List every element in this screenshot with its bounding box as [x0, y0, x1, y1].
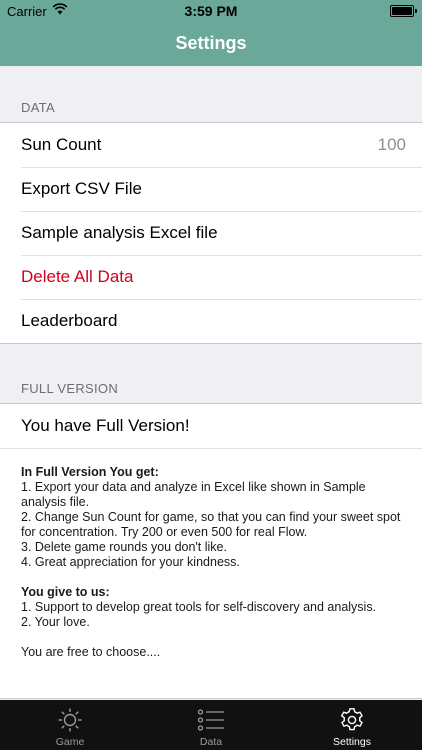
clock: 3:59 PM: [184, 3, 238, 19]
navigation-bar: Carrier 3:59 PM Settings: [0, 0, 422, 66]
export-csv-row[interactable]: Export CSV File: [0, 167, 422, 211]
sun-icon: [57, 707, 83, 736]
page-title: Settings: [175, 33, 247, 53]
tab-data[interactable]: Data: [141, 700, 281, 750]
section-header-data: DATA: [21, 100, 55, 115]
tab-game-label: Game: [55, 736, 85, 748]
give-item: 2. Your love.: [21, 615, 90, 629]
sun-count-label: Sun Count: [21, 135, 102, 154]
benefit-item: 2. Change Sun Count for game, so that yo…: [21, 510, 401, 539]
closing-text: You are free to choose....: [21, 645, 161, 659]
tab-game[interactable]: Game: [0, 700, 140, 750]
section-header-full-version: FULL VERSION: [21, 381, 119, 396]
list-icon: [197, 707, 225, 736]
benefit-item: 4. Great appreciation for your kindness.: [21, 555, 240, 569]
sun-count-value: 100: [377, 135, 406, 154]
gear-icon: [339, 707, 365, 736]
leaderboard-row[interactable]: Leaderboard: [0, 299, 422, 343]
sun-count-row[interactable]: Sun Count 100: [0, 123, 422, 167]
full-version-benefits-title: In Full Version You get:: [21, 465, 159, 479]
full-version-description: In Full Version You get: 1. Export your …: [0, 448, 422, 660]
tab-data-label: Data: [199, 736, 223, 748]
full-version-group: You have Full Version! In Full Version Y…: [0, 403, 422, 699]
status-bar: Carrier 3:59 PM: [0, 0, 422, 22]
export-csv-label: Export CSV File: [21, 179, 142, 198]
sample-analysis-label: Sample analysis Excel file: [21, 223, 218, 242]
leaderboard-label: Leaderboard: [21, 311, 118, 330]
delete-all-data-label: Delete All Data: [21, 267, 134, 286]
benefit-item: 3. Delete game rounds you don't like.: [21, 540, 227, 554]
benefit-item: 1. Export your data and analyze in Excel…: [21, 480, 366, 509]
battery-icon: [390, 5, 417, 17]
sample-analysis-row[interactable]: Sample analysis Excel file: [0, 211, 422, 255]
full-version-status-label: You have Full Version!: [21, 416, 190, 435]
give-title: You give to us:: [21, 585, 110, 599]
tab-bar: Game Data Settings: [0, 700, 422, 750]
give-item: 1. Support to develop great tools for se…: [21, 600, 377, 614]
tab-settings[interactable]: Settings: [282, 700, 422, 750]
data-group: Sun Count 100 Export CSV File Sample ana…: [0, 122, 422, 344]
tab-settings-label: Settings: [333, 736, 371, 748]
delete-all-data-row[interactable]: Delete All Data: [0, 255, 422, 299]
full-version-status-row: You have Full Version!: [0, 404, 422, 448]
